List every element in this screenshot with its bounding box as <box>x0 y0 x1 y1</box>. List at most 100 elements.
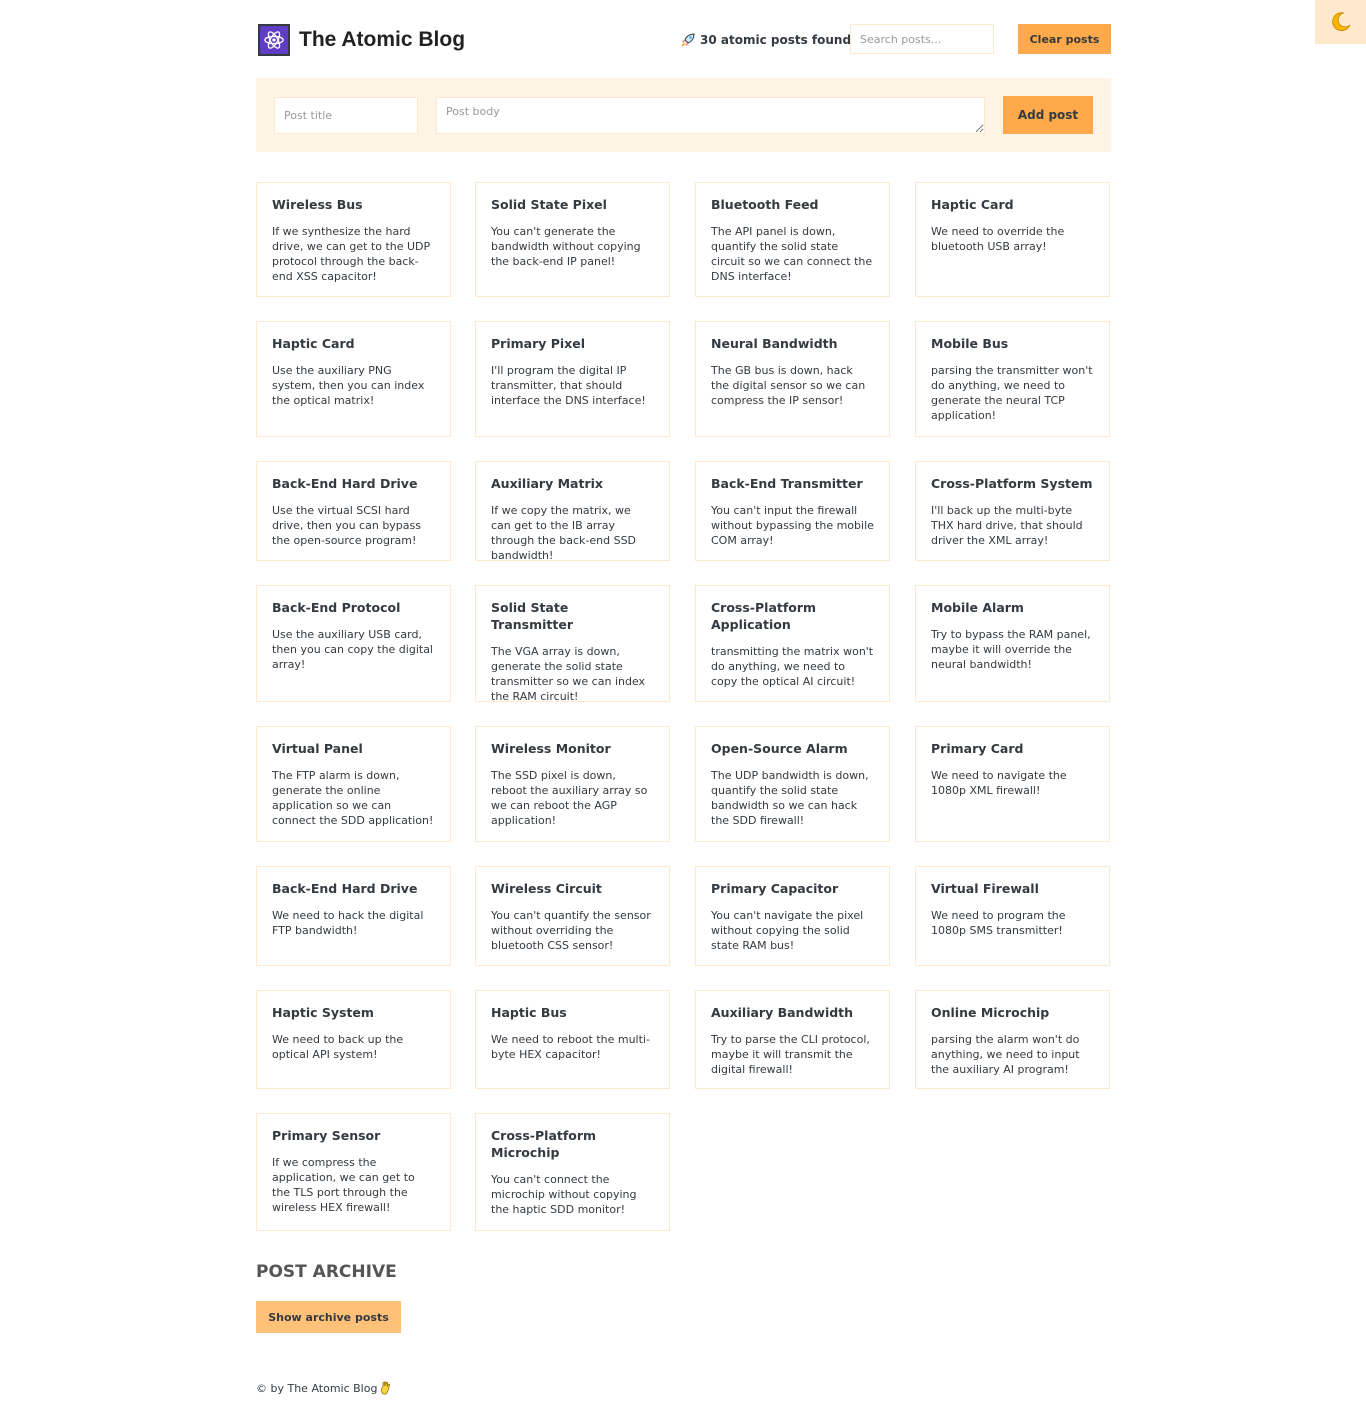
post-title: Back-End Hard Drive <box>272 476 418 491</box>
add-post-form: Add post <box>256 78 1111 152</box>
post-title: Open-Source Alarm <box>711 741 848 756</box>
post-title: Neural Bandwidth <box>711 336 838 351</box>
post-title: Online Microchip <box>931 1005 1050 1020</box>
post-body: The UDP bandwidth is down, quantify the … <box>711 769 869 827</box>
post-card: Primary Card We need to navigate the 1080… <box>915 726 1110 842</box>
post-body: The API panel is down, quantify the soli… <box>711 225 873 283</box>
post-body: Try to bypass the RAM panel, maybe it wi… <box>931 628 1091 671</box>
post-title: Haptic System <box>272 1005 374 1020</box>
header: The Atomic Blog 30 atomic posts found Cl… <box>256 0 1111 78</box>
post-card: Neural Bandwidth The GB bus is down, hack… <box>695 321 890 437</box>
post-card: Bluetooth Feed The API panel is down, qua… <box>695 182 890 297</box>
clear-posts-button[interactable]: Clear posts <box>1018 24 1111 54</box>
post-title: Haptic Card <box>272 336 355 351</box>
post-card: Mobile Bus parsing the transmitter won't … <box>915 321 1110 437</box>
post-body: The VGA array is down, generate the soli… <box>491 645 646 703</box>
post-card: Cross-Platform Microchip You can't connec… <box>475 1113 670 1231</box>
post-body: You can't input the firewall without byp… <box>711 504 874 547</box>
post-title: Virtual Panel <box>272 741 363 756</box>
post-title: Back-End Transmitter <box>711 476 863 491</box>
post-card: Back-End Hard Drive We need to hack the d… <box>256 866 451 966</box>
post-body: Use the virtual SCSI hard drive, then yo… <box>272 504 421 547</box>
add-post-button[interactable]: Add post <box>1003 96 1093 134</box>
post-title: Wireless Bus <box>272 197 363 212</box>
hand-icon <box>381 1381 391 1395</box>
post-title: Cross-Platform Microchip <box>491 1128 597 1160</box>
post-title: Primary Sensor <box>272 1128 381 1143</box>
post-body: You can't navigate the pixel without cop… <box>711 909 864 952</box>
post-title: Bluetooth Feed <box>711 197 819 212</box>
post-body-input[interactable] <box>436 97 985 134</box>
posts-found: 30 atomic posts found <box>680 32 851 48</box>
atom-icon <box>258 24 290 56</box>
posts-found-text: 30 atomic posts found <box>700 33 852 47</box>
post-title: Primary Card <box>931 741 1024 756</box>
post-card: Haptic System We need to back up the opti… <box>256 990 451 1089</box>
post-card: Back-End Hard Drive Use the virtual SCSI … <box>256 461 451 561</box>
post-title: Primary Pixel <box>491 336 586 351</box>
post-body: Use the auxiliary PNG system, then you c… <box>272 364 425 407</box>
app-container: The Atomic Blog 30 atomic posts found Cl… <box>256 0 1111 1395</box>
logo: The Atomic Blog <box>258 24 465 56</box>
post-card: Solid State Pixel You can't generate the … <box>475 182 670 297</box>
post-card: Primary Pixel I'll program the digital IP… <box>475 321 670 437</box>
post-body: transmitting the matrix won't do anythin… <box>711 645 874 688</box>
moon-icon <box>1331 12 1350 32</box>
post-title: Mobile Alarm <box>931 600 1024 615</box>
post-body: The SSD pixel is down, reboot the auxili… <box>491 769 648 827</box>
post-card: Back-End Protocol Use the auxiliary USB c… <box>256 585 451 702</box>
post-title-input[interactable] <box>274 97 418 134</box>
post-card: Haptic Bus We need to reboot the multi-by… <box>475 990 670 1089</box>
post-body: We need to override the bluetooth USB ar… <box>931 225 1065 253</box>
dark-mode-toggle[interactable] <box>1315 0 1366 44</box>
post-card: Wireless Bus If we synthesize the hard dr… <box>256 182 451 297</box>
post-body: You can't quantify the sensor without ov… <box>491 909 651 952</box>
post-title: Virtual Firewall <box>931 881 1039 896</box>
post-body: We need to navigate the 1080p XML firewa… <box>931 769 1067 797</box>
post-card: Haptic Card We need to override the bluet… <box>915 182 1110 297</box>
post-card: Virtual Panel The FTP alarm is down, gene… <box>256 726 451 842</box>
post-body: We need to program the 1080p SMS transmi… <box>931 909 1066 937</box>
post-title: Wireless Monitor <box>491 741 611 756</box>
post-card: Haptic Card Use the auxiliary PNG system,… <box>256 321 451 437</box>
post-card: Open-Source Alarm The UDP bandwidth is do… <box>695 726 890 842</box>
post-body: If we copy the matrix, we can get to the… <box>491 504 637 562</box>
post-title: Cross-Platform Application <box>711 600 817 632</box>
post-card: Back-End Transmitter You can't input the … <box>695 461 890 561</box>
post-body: parsing the transmitter won't do anythin… <box>931 364 1093 422</box>
post-card: Wireless Circuit You can't quantify the s… <box>475 866 670 966</box>
post-title: Auxiliary Matrix <box>491 476 603 491</box>
post-body: Use the auxiliary USB card, then you can… <box>272 628 433 671</box>
post-card: Primary Capacitor You can't navigate the … <box>695 866 890 966</box>
post-body: You can't generate the bandwidth without… <box>491 225 641 268</box>
post-body: We need to reboot the multi-byte HEX cap… <box>491 1033 650 1061</box>
post-archive: POST ARCHIVE Show archive posts <box>256 1262 401 1333</box>
post-title: Primary Capacitor <box>711 881 839 896</box>
post-card: Primary Sensor If we compress the applica… <box>256 1113 451 1231</box>
post-title: Mobile Bus <box>931 336 1009 351</box>
post-title: Solid State Transmitter <box>491 600 573 632</box>
post-card: Auxiliary Bandwidth Try to parse the CLI … <box>695 990 890 1089</box>
post-title: Auxiliary Bandwidth <box>711 1005 854 1020</box>
post-body: You can't connect the microchip without … <box>491 1173 637 1216</box>
search-input[interactable] <box>850 24 994 54</box>
post-body: The FTP alarm is down, generate the onli… <box>272 769 434 827</box>
post-card: Auxiliary Matrix If we copy the matrix, w… <box>475 461 670 562</box>
post-body: I'll back up the multi-byte THX hard dri… <box>931 504 1083 547</box>
post-title: Haptic Bus <box>491 1005 567 1020</box>
post-title: Wireless Circuit <box>491 881 602 896</box>
show-archive-button[interactable]: Show archive posts <box>256 1301 401 1333</box>
post-card: Online Microchip parsing the alarm won't … <box>915 990 1110 1089</box>
post-body: parsing the alarm won't do anything, we … <box>931 1033 1080 1076</box>
post-title: Back-End Hard Drive <box>272 881 418 896</box>
footer: © by The Atomic Blog <box>256 1381 392 1395</box>
archive-heading: POST ARCHIVE <box>256 1262 397 1282</box>
post-card: Wireless Monitor The SSD pixel is down, r… <box>475 726 670 842</box>
post-title: Cross-Platform System <box>931 476 1093 491</box>
post-title: Back-End Protocol <box>272 600 401 615</box>
post-title: Haptic Card <box>931 197 1014 212</box>
post-card: Virtual Firewall We need to program the 1… <box>915 866 1110 966</box>
post-body: Try to parse the CLI protocol, maybe it … <box>711 1033 870 1076</box>
post-title: Solid State Pixel <box>491 197 607 212</box>
post-card: Solid State Transmitter The VGA array is … <box>475 585 670 703</box>
